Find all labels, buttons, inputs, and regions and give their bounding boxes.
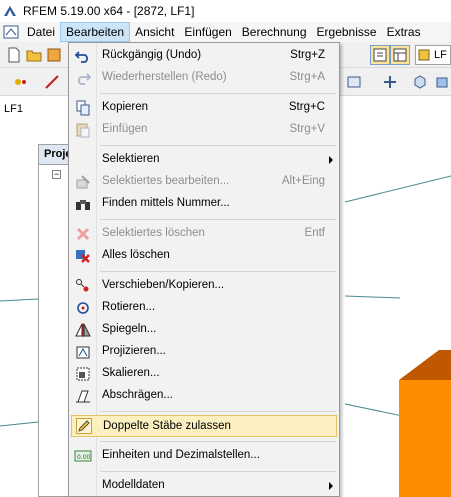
undo-icon: [71, 45, 95, 67]
menu-item-label: Spiegeln...: [102, 323, 157, 335]
loadcase-icon: [418, 49, 430, 61]
menu-item-label: Einfügen: [102, 123, 148, 135]
units-icon: 0.00: [71, 445, 95, 467]
move-copy-icon: [71, 275, 95, 297]
submenu-arrow-icon: [329, 156, 333, 164]
binoculars-icon: [71, 193, 95, 215]
window-title: RFEM 5.19.00 x64 - [2872, LF1]: [23, 4, 195, 18]
menu-item-label: Verschieben/Kopieren...: [102, 279, 225, 291]
menu-item-label: Doppelte Stäbe zulassen: [103, 420, 231, 432]
menu-item-model-data[interactable]: Modelldaten: [71, 475, 337, 497]
menu-separator: [100, 471, 336, 472]
menu-item-label: Kopieren: [102, 101, 149, 113]
pencil-icon: [72, 415, 96, 437]
menu-item-mirror[interactable]: Spiegeln...: [71, 319, 337, 341]
model-solid-top: [399, 350, 451, 385]
menu-item-allow-duplicate-members[interactable]: Doppelte Stäbe zulassen: [71, 415, 337, 437]
menu-item-label: Projizieren...: [102, 345, 166, 357]
title-bar: RFEM 5.19.00 x64 - [2872, LF1]: [0, 0, 451, 22]
rotate-icon: [71, 297, 95, 319]
menu-item-find-by-number[interactable]: Finden mittels Nummer...: [71, 193, 337, 215]
loadcase-label: LF1: [4, 103, 23, 115]
panel-toggle-icon[interactable]: [370, 45, 390, 65]
table-toggle-icon[interactable]: [390, 45, 410, 65]
menu-item-label: Wiederherstellen (Redo): [102, 71, 227, 83]
render-mode-icon[interactable]: [410, 72, 430, 92]
menu-bearbeiten[interactable]: Bearbeiten: [60, 22, 131, 42]
open-folder-icon[interactable]: [24, 45, 44, 65]
menu-separator: [100, 219, 336, 220]
menu-item-label: Skalieren...: [102, 367, 160, 379]
box-view-icon[interactable]: [432, 72, 451, 92]
submenu-arrow-icon: [329, 482, 333, 490]
menu-item-shortcut: Strg+C: [288, 101, 325, 113]
new-file-icon[interactable]: [4, 45, 24, 65]
menu-item-shear[interactable]: Abschrägen...: [71, 385, 337, 407]
svg-text:0.00: 0.00: [77, 454, 91, 461]
view-options-icon[interactable]: [344, 72, 364, 92]
menu-item-select[interactable]: Selektieren: [71, 149, 337, 171]
shear-icon: [71, 385, 95, 407]
menu-item-undo[interactable]: Rückgängig (Undo) Strg+Z: [71, 45, 337, 67]
redo-icon: [71, 67, 95, 89]
menu-separator: [100, 93, 336, 94]
loadcase-combo-value: LF: [434, 49, 447, 61]
tree-expand-icon[interactable]: −: [52, 170, 61, 179]
menu-ergebnisse[interactable]: Ergebnisse: [312, 22, 382, 42]
menu-item-redo[interactable]: Wiederherstellen (Redo) Strg+A: [71, 67, 337, 89]
menu-separator: [100, 441, 336, 442]
menu-item-label: Einheiten und Dezimalstellen...: [102, 449, 260, 461]
menu-item-label: Modelldaten: [102, 479, 165, 491]
delete-icon: [71, 223, 95, 245]
menu-item-label: Rotieren...: [102, 301, 156, 313]
edit-menu-dropdown: Rückgängig (Undo) Strg+Z Wiederherstelle…: [68, 42, 340, 497]
menu-item-label: Selektiertes bearbeiten...: [102, 175, 230, 187]
project-icon: [71, 341, 95, 363]
delete-all-icon: [71, 245, 95, 267]
menu-item-paste[interactable]: Einfügen Strg+V: [71, 119, 337, 141]
menu-separator: [100, 271, 336, 272]
rfem-app-icon: [4, 6, 16, 16]
menu-item-label: Finden mittels Nummer...: [102, 197, 230, 209]
menu-item-shortcut: Strg+A: [289, 71, 325, 83]
menu-item-edit-selected[interactable]: Selektiertes bearbeiten... Alt+Eing: [71, 171, 337, 193]
node-tool-icon[interactable]: [10, 72, 30, 92]
menu-item-label: Selektiertes löschen: [102, 227, 205, 239]
menu-berechnung[interactable]: Berechnung: [237, 22, 312, 42]
menu-separator: [100, 411, 336, 412]
menu-item-scale[interactable]: Skalieren...: [71, 363, 337, 385]
member-tool-icon[interactable]: [42, 72, 62, 92]
edit-selected-icon: [71, 171, 95, 193]
menu-item-label: Selektieren: [102, 153, 160, 165]
mirror-icon: [71, 319, 95, 341]
copy-icon: [71, 97, 95, 119]
menu-item-move-copy[interactable]: Verschieben/Kopieren...: [71, 275, 337, 297]
display-filter-icon[interactable]: [380, 72, 400, 92]
save-icon[interactable]: [44, 45, 64, 65]
menu-extras[interactable]: Extras: [382, 22, 426, 42]
menu-item-rotate[interactable]: Rotieren...: [71, 297, 337, 319]
menu-datei[interactable]: Datei: [22, 22, 60, 42]
menu-item-project[interactable]: Projizieren...: [71, 341, 337, 363]
menu-ansicht[interactable]: Ansicht: [130, 22, 179, 42]
model-solid: [399, 380, 451, 497]
menu-item-shortcut: Alt+Eing: [281, 175, 325, 187]
menu-item-shortcut: Strg+Z: [290, 49, 325, 61]
menu-item-copy[interactable]: Kopieren Strg+C: [71, 97, 337, 119]
menu-separator: [100, 145, 336, 146]
paste-icon: [71, 119, 95, 141]
menu-item-units-decimals[interactable]: 0.00 Einheiten und Dezimalstellen...: [71, 445, 337, 467]
document-menu-icon[interactable]: [0, 22, 22, 42]
menu-einfuegen[interactable]: Einfügen: [179, 22, 236, 42]
menu-item-label: Alles löschen: [102, 249, 170, 261]
menu-item-shortcut: Entf: [304, 227, 325, 239]
menu-item-shortcut: Strg+V: [289, 123, 325, 135]
menu-item-delete-all[interactable]: Alles löschen: [71, 245, 337, 267]
scale-icon: [71, 363, 95, 385]
menu-bar: Datei Bearbeiten Ansicht Einfügen Berech…: [0, 22, 451, 42]
menu-item-delete-selected[interactable]: Selektiertes löschen Entf: [71, 223, 337, 245]
menu-item-label: Rückgängig (Undo): [102, 49, 202, 61]
menu-item-label: Abschrägen...: [102, 389, 173, 401]
